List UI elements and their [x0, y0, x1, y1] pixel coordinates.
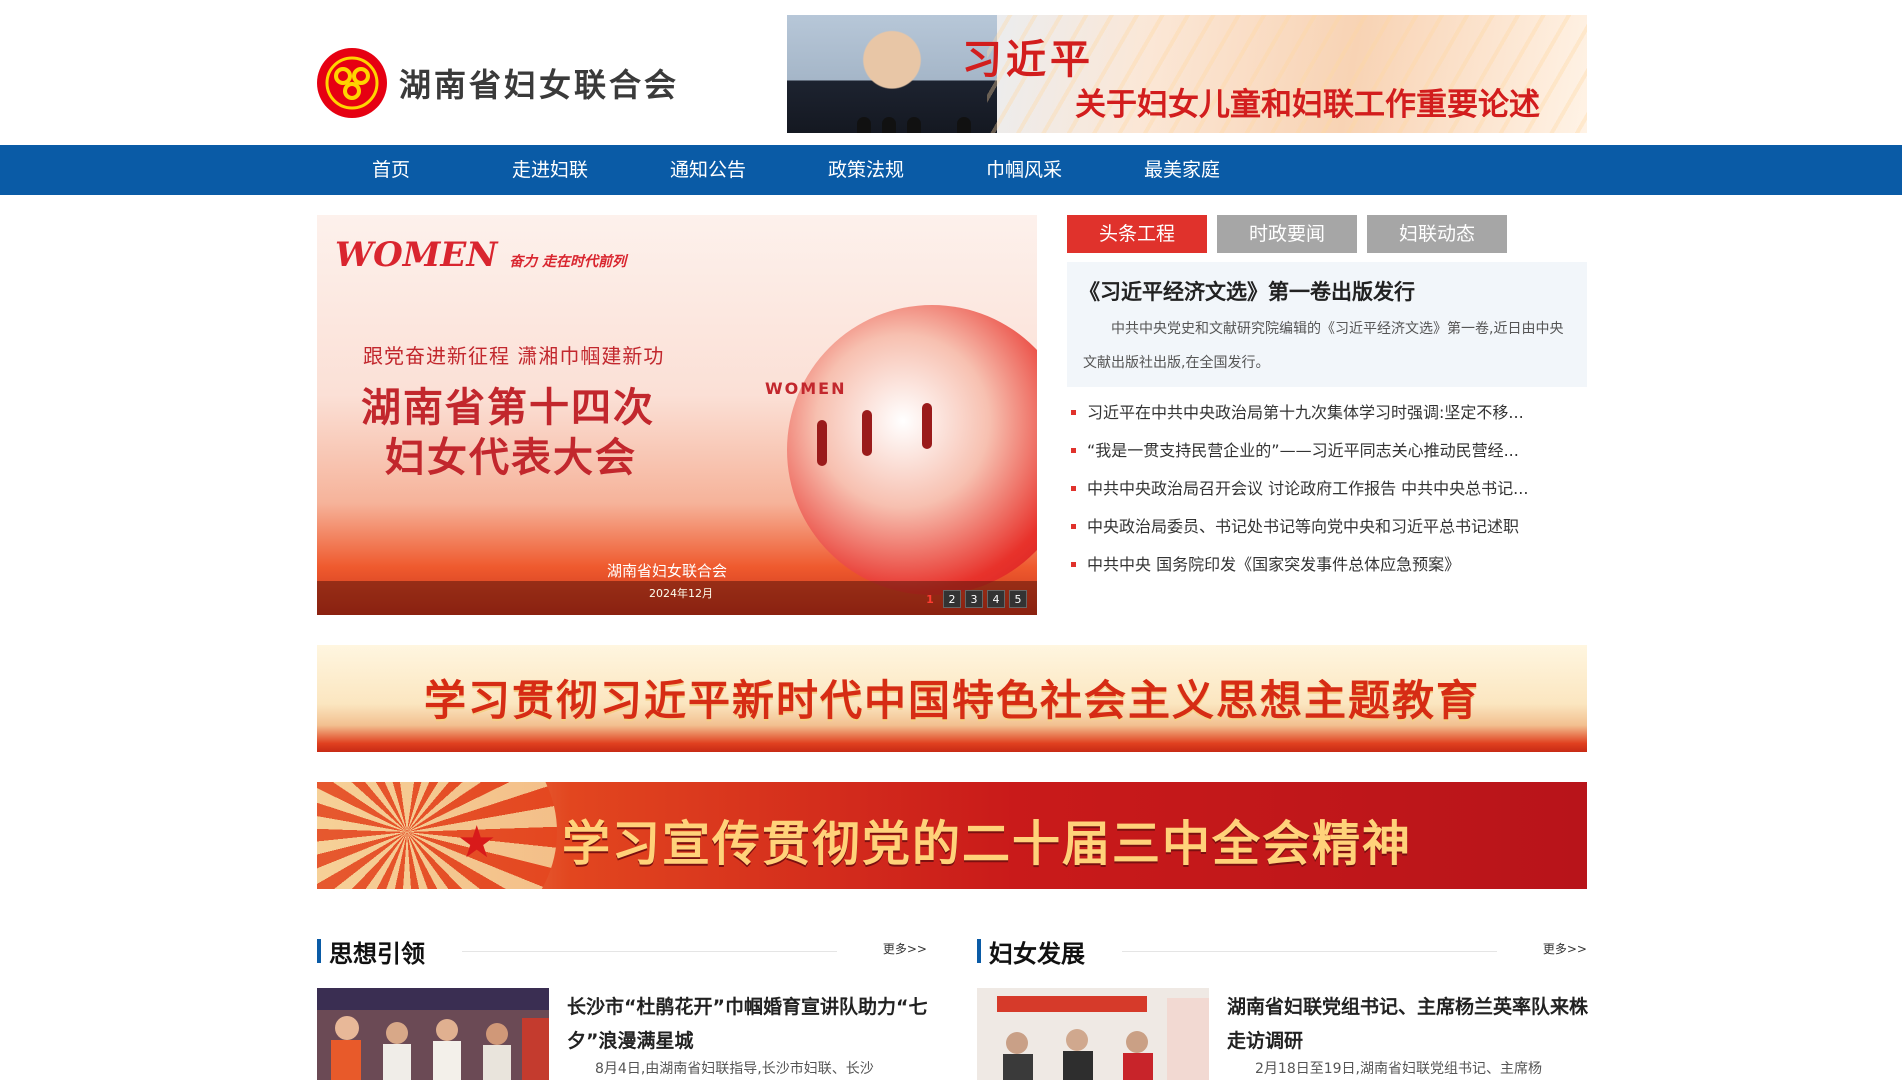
bullet-icon [1071, 524, 1076, 529]
section-ideological-guidance: 思想引领 更多>> 长沙市“杜鹃花开”巾帼婚育宣讲队助力“七夕”浪漫满星城 8月… [317, 930, 927, 1080]
slider-org: 湖南省妇女联合会 [607, 562, 728, 580]
more-link[interactable]: 更多>> [883, 940, 927, 957]
section-header: 妇女发展 更多>> [977, 930, 1587, 968]
nav-item-policies[interactable]: 政策法规 [816, 145, 916, 195]
news-tabs: 头条工程 时政要闻 妇联动态 [1067, 215, 1507, 253]
section-marker [317, 939, 321, 963]
tab-headlines[interactable]: 头条工程 [1067, 215, 1207, 253]
plenary-session-banner-text: 学习宣传贯彻党的二十届三中全会精神 [562, 816, 1413, 872]
news-card-summary: 2月18日至19日,湖南省妇联党组书记、主席杨 [1255, 1061, 1542, 1077]
nav-item-about[interactable]: 走进妇联 [500, 145, 600, 195]
slider-brand: WOMEN 奋力 走在时代前列 [335, 235, 626, 275]
news-item-text: 中共中央 国务院印发《国家突发事件总体应急预案》 [1087, 555, 1461, 574]
theme-education-banner[interactable]: 学习贯彻习近平新时代中国特色社会主义思想主题教育 [317, 645, 1587, 752]
site-header: 湖南省妇女联合会 习近平 关于妇女儿童和妇联工作重要论述 [0, 0, 1902, 145]
slider-page-2[interactable]: 2 [943, 590, 961, 608]
nav-item-notices[interactable]: 通知公告 [658, 145, 758, 195]
microphone-icon [907, 117, 921, 133]
section-divider [1122, 951, 1497, 952]
news-item[interactable]: 中共中央政治局召开会议 讨论政府工作报告 中共中央总书记... [1067, 476, 1587, 514]
slider-vertical-word: WOMEN [765, 380, 845, 398]
bullet-icon [1071, 562, 1076, 567]
section-marker [977, 939, 981, 963]
news-item[interactable]: 习近平在中共中央政治局第十九次集体学习时强调:坚定不移... [1067, 400, 1587, 438]
microphone-icon [882, 117, 896, 133]
nav-item-heroines[interactable]: 巾帼风采 [974, 145, 1074, 195]
news-list: 习近平在中共中央政治局第十九次集体学习时强调:坚定不移... “我是一贯支持民营… [1067, 400, 1587, 590]
news-item-text: 中共中央政治局召开会议 讨论政府工作报告 中共中央总书记... [1087, 479, 1529, 498]
hero-slider[interactable]: WOMEN 奋力 走在时代前列 跟党奋进新征程 潇湘巾帼建新功 湖南省第十四次 … [317, 215, 1037, 615]
walking-figure [922, 403, 932, 449]
slider-page-1[interactable]: 1 [921, 590, 939, 608]
section-divider [462, 951, 837, 952]
bullet-icon [1071, 410, 1076, 415]
news-card-summary: 8月4日,由湖南省妇联指导,长沙市妇联、长沙 [595, 1061, 874, 1077]
tab-politics[interactable]: 时政要闻 [1217, 215, 1357, 253]
nav-item-home[interactable]: 首页 [341, 145, 441, 195]
walking-figure [862, 410, 872, 456]
site-name: 湖南省妇女联合会 [399, 66, 680, 104]
slider-heading-line2: 妇女代表大会 [385, 434, 637, 481]
main-nav: 首页 走进妇联 通知公告 政策法规 巾帼风采 最美家庭 [0, 145, 1902, 195]
star-icon: ★ [457, 817, 497, 868]
nav-item-best-families[interactable]: 最美家庭 [1132, 145, 1232, 195]
xi-feature-banner[interactable]: 习近平 关于妇女儿童和妇联工作重要论述 [787, 15, 1587, 133]
news-item-text: 习近平在中共中央政治局第十九次集体学习时强调:坚定不移... [1087, 403, 1524, 422]
headline-summary: 中共中央党史和文献研究院编辑的《习近平经济文选》第一卷,近日由中央文献出版社出版… [1083, 321, 1564, 371]
microphone-icon [957, 117, 971, 133]
site-logo[interactable]: 湖南省妇女联合会 [317, 48, 679, 118]
top-banner-subtitle: 关于妇女儿童和妇联工作重要论述 [1075, 87, 1540, 123]
section-title: 思想引领 [329, 940, 425, 968]
bullet-icon [1071, 448, 1076, 453]
theme-education-banner-text: 学习贯彻习近平新时代中国特色社会主义思想主题教育 [423, 676, 1480, 725]
women-federation-emblem-icon [317, 48, 387, 118]
news-photo[interactable] [317, 988, 549, 1080]
news-item-text: 中央政治局委员、书记处书记等向党中央和习近平总书记述职 [1087, 517, 1520, 536]
slider-pagination: 1 2 3 4 5 [921, 590, 1027, 608]
slider-date: 2024年12月 [649, 587, 713, 600]
headline-title[interactable]: 《习近平经济文选》第一卷出版发行 [1079, 276, 1415, 306]
walking-figure [817, 420, 827, 466]
headline-box: 《习近平经济文选》第一卷出版发行 中共中央党史和文献研究院编辑的《习近平经济文选… [1067, 262, 1587, 387]
section-title: 妇女发展 [989, 940, 1085, 968]
slider-brand-text: WOMEN [335, 235, 498, 275]
news-item[interactable]: 中共中央 国务院印发《国家突发事件总体应急预案》 [1067, 552, 1587, 590]
plenary-session-banner[interactable]: ★ 学习宣传贯彻党的二十届三中全会精神 [317, 782, 1587, 889]
section-women-development: 妇女发展 更多>> 湖南省妇联党组书记、主席杨兰英率队来株走访调研 2月18日至… [977, 930, 1588, 1080]
tab-federation-news[interactable]: 妇联动态 [1367, 215, 1507, 253]
news-card-title[interactable]: 长沙市“杜鹃花开”巾帼婚育宣讲队助力“七夕”浪漫满星城 [567, 990, 937, 1058]
sunburst-decoration [317, 782, 557, 889]
microphone-icon [857, 117, 871, 133]
more-link[interactable]: 更多>> [1543, 940, 1587, 957]
news-photo[interactable] [977, 988, 1209, 1080]
slider-page-3[interactable]: 3 [965, 590, 983, 608]
slider-page-4[interactable]: 4 [987, 590, 1005, 608]
news-card-title[interactable]: 湖南省妇联党组书记、主席杨兰英率队来株走访调研 [1227, 990, 1597, 1058]
slider-page-5[interactable]: 5 [1009, 590, 1027, 608]
news-item-text: “我是一贯支持民营企业的”——习近平同志关心推动民营经... [1087, 441, 1519, 460]
bullet-icon [1071, 486, 1076, 491]
slider-brand-sub: 奋力 走在时代前列 [509, 254, 627, 270]
slider-subtitle: 跟党奋进新征程 潇湘巾帼建新功 [363, 344, 665, 368]
top-banner-title: 习近平 [962, 36, 1094, 83]
section-header: 思想引领 更多>> [317, 930, 927, 968]
news-item[interactable]: 中央政治局委员、书记处书记等向党中央和习近平总书记述职 [1067, 514, 1587, 552]
news-item[interactable]: “我是一贯支持民营企业的”——习近平同志关心推动民营经... [1067, 438, 1587, 476]
